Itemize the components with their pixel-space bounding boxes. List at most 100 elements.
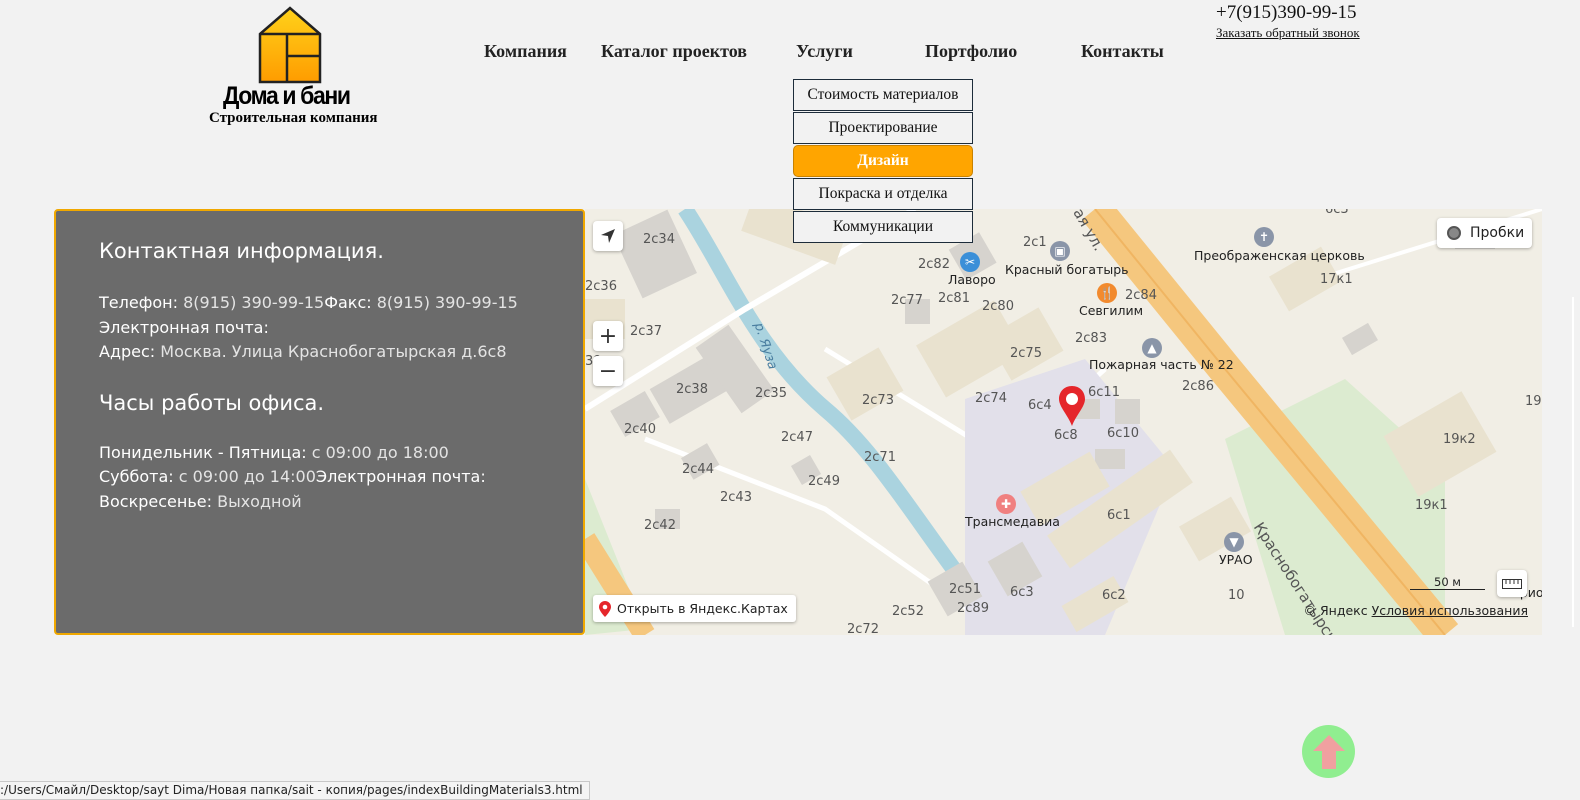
building-label: 2с34: [643, 232, 675, 247]
building-label: 6с11: [1088, 385, 1120, 400]
salon-icon[interactable]: ✂: [960, 252, 980, 272]
phone-label: Телефон:: [99, 293, 179, 312]
shop-icon[interactable]: ▣: [1050, 241, 1070, 261]
building-label: 6с1: [1107, 508, 1131, 523]
building-label: 17к1: [1320, 272, 1353, 287]
building-label: 19: [1525, 394, 1542, 409]
phone-row: Телефон: 8(915) 390-99-15Факс: 8(915) 39…: [99, 291, 583, 316]
callback-link[interactable]: Заказать обратный звонок: [1216, 25, 1360, 41]
fax-label: Факс:: [324, 293, 372, 312]
building-label: 2с75: [1010, 346, 1042, 361]
building-label: 2с72: [847, 622, 879, 635]
contact-title: Контактная информация.: [99, 239, 384, 263]
scale-bar: 50 м: [1410, 575, 1485, 590]
building-label: 6с3: [1010, 585, 1034, 600]
contact-card: Контактная информация. Телефон: 8(915) 3…: [54, 209, 585, 635]
dropdown-item-design-project[interactable]: Проектирование: [793, 112, 973, 144]
building-label: 2с35: [755, 386, 787, 401]
building-label: 2с51: [949, 582, 981, 597]
church-icon[interactable]: ✝: [1254, 227, 1274, 247]
logo-name: Дома и бани: [223, 82, 351, 110]
poi-sevgilim[interactable]: Севгилим: [1079, 303, 1143, 318]
copyright-text: © Яндекс: [1303, 603, 1368, 618]
building-label: 2с44: [682, 462, 714, 477]
scroll-to-top-button[interactable]: [1302, 725, 1355, 778]
building-label: 2с74: [975, 391, 1007, 406]
saturday-email-label: Электронная почта:: [315, 467, 486, 486]
email-row: Электронная почта:: [99, 316, 583, 341]
building-label: 2с47: [781, 430, 813, 445]
geolocation-button[interactable]: [593, 221, 623, 251]
building-label: 10: [1228, 588, 1245, 603]
phone-value: 8(915) 390-99-15: [178, 293, 325, 312]
logo[interactable]: Дома и бани Строительная компания: [205, 6, 385, 126]
services-dropdown: Стоимость материалов Проектирование Диза…: [793, 79, 973, 244]
school-icon[interactable]: ▼: [1224, 532, 1244, 552]
poi-transmed[interactable]: Трансмедавиа: [965, 514, 1060, 529]
map-scale: 50 м: [1410, 575, 1485, 590]
traffic-button[interactable]: Пробки: [1437, 218, 1532, 248]
nav-services[interactable]: Услуги: [796, 41, 853, 62]
saturday-row: Суббота: с 09:00 до 14:00Электронная поч…: [99, 465, 583, 490]
restaurant-icon[interactable]: 🍴: [1097, 283, 1117, 303]
medical-icon[interactable]: ✚: [996, 494, 1016, 514]
nav-contacts[interactable]: Контакты: [1081, 41, 1164, 62]
building-label: 2с36: [585, 279, 617, 294]
building-label: 2с71: [864, 450, 896, 465]
ruler-button[interactable]: [1497, 570, 1527, 597]
pin-icon: [599, 600, 611, 617]
building-label: 6с10: [1107, 426, 1139, 441]
dropdown-item-painting[interactable]: Покраска и отделка: [793, 178, 973, 210]
poi-krasny[interactable]: Красный богатырь: [1005, 262, 1129, 277]
saturday-label: Суббота:: [99, 467, 174, 486]
poi-urao[interactable]: УРАО: [1219, 552, 1253, 567]
building-label: 6с4: [1028, 398, 1052, 413]
building-label: 2с40: [624, 422, 656, 437]
building-label: 2с1: [1023, 235, 1047, 250]
building-label: 2с42: [644, 518, 676, 533]
location-marker-icon[interactable]: [1058, 385, 1086, 427]
dropdown-item-communications[interactable]: Коммуникации: [793, 211, 973, 243]
fire-station-icon[interactable]: ▲: [1142, 338, 1162, 358]
poi-church[interactable]: Преображенская церковь: [1194, 248, 1365, 263]
building-label: 2с89: [957, 601, 989, 616]
building-label: 2с82: [918, 257, 950, 272]
building-label: 2с43: [720, 490, 752, 505]
yandex-map[interactable]: 2с34 2с36 2с37 39 2с38 2с35 2с40 2с44 2с…: [585, 209, 1542, 635]
minus-icon: −: [598, 358, 618, 384]
poi-lavoro[interactable]: Лаворо: [948, 272, 996, 287]
nav-catalog[interactable]: Каталог проектов: [601, 41, 747, 62]
building-label: 2с38: [676, 382, 708, 397]
zoom-in-button[interactable]: +: [593, 321, 623, 351]
ruler-icon: [1502, 578, 1522, 589]
sunday-row: Воскресенье: Выходной: [99, 490, 583, 515]
building-label: 6с2: [1102, 588, 1126, 603]
plus-icon: +: [598, 323, 618, 349]
nav-company[interactable]: Компания: [484, 41, 567, 62]
header-phone: +7(915)390-99-15: [1216, 2, 1357, 23]
traffic-icon: [1447, 226, 1461, 240]
building-label: 6с3: [1325, 209, 1349, 217]
building-label: 6с8: [1054, 428, 1078, 443]
address-row: Адрес: Москва. Улица Краснобогатырская д…: [99, 340, 583, 365]
nav-portfolio[interactable]: Портфолио: [925, 41, 1017, 62]
terms-link[interactable]: Условия использования: [1372, 603, 1528, 618]
building-label: 2с84: [1125, 288, 1157, 303]
building-label: 2с73: [862, 393, 894, 408]
email-label: Электронная почта:: [99, 317, 269, 337]
zoom-out-button[interactable]: −: [593, 356, 623, 386]
building-label: 2с49: [808, 474, 840, 489]
traffic-label: Пробки: [1470, 225, 1525, 241]
dropdown-item-design[interactable]: Дизайн: [793, 145, 973, 177]
open-in-yandex-maps[interactable]: Открыть в Яндекс.Картах: [593, 595, 796, 622]
building-label: 2с80: [982, 299, 1014, 314]
poi-fire[interactable]: Пожарная часть № 22: [1089, 357, 1234, 372]
building-label: 2с83: [1075, 331, 1107, 346]
map-copyright: © Яндекс Условия использования: [1304, 603, 1529, 618]
dropdown-item-materials-cost[interactable]: Стоимость материалов: [793, 79, 973, 111]
building-label: 19к1: [1415, 498, 1448, 513]
weekdays-value: с 09:00 до 18:00: [306, 442, 449, 462]
building-label: 2с37: [630, 324, 662, 339]
building-label: 2с52: [892, 604, 924, 619]
address-value: Москва. Улица Краснобогатырская д.6с8: [155, 342, 507, 361]
